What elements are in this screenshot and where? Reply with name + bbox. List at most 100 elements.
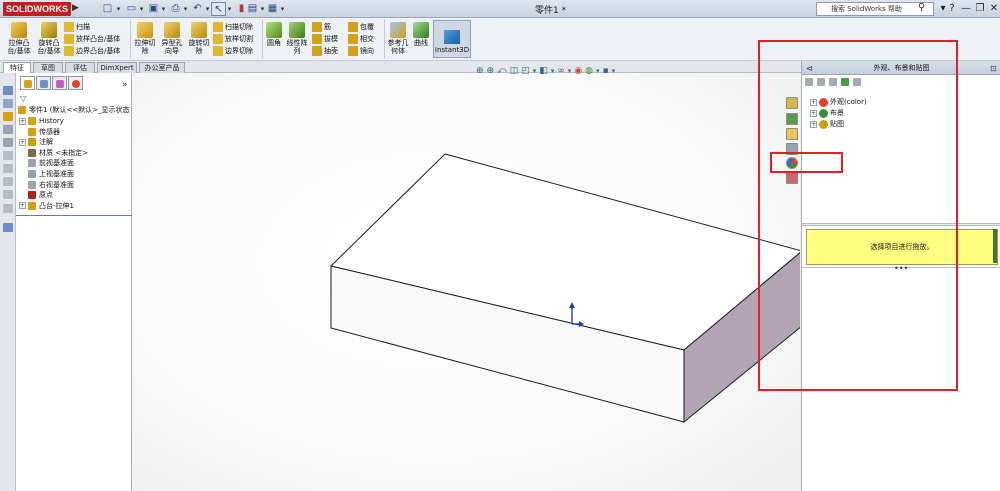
display-manager-tab[interactable]: [68, 76, 83, 90]
chevron-down-icon[interactable]: ▾: [596, 67, 600, 75]
zoom-to-area-icon[interactable]: ⊕: [487, 66, 495, 76]
view-icon[interactable]: [3, 177, 13, 186]
view-icon[interactable]: [3, 151, 13, 160]
open-folder-icon[interactable]: ▭: [124, 2, 139, 16]
view-icon[interactable]: [3, 125, 13, 134]
wrap-button[interactable]: 包覆: [348, 21, 374, 32]
chevron-down-icon[interactable]: ▾: [226, 2, 233, 16]
reference-geometry-button[interactable]: 参考几 何体: [386, 22, 410, 55]
edit-appearance-icon[interactable]: ◉: [574, 66, 582, 76]
view-icon[interactable]: [3, 112, 13, 121]
minimize-button[interactable]: —: [959, 1, 973, 16]
tree-item[interactable]: + 注解: [19, 137, 53, 147]
apply-scene-icon[interactable]: ◍: [585, 66, 593, 76]
view-settings-icon[interactable]: ▪: [603, 66, 609, 76]
display-style-icon[interactable]: ◧: [539, 66, 548, 76]
configuration-manager-tab[interactable]: [52, 76, 67, 90]
search-icon[interactable]: ⚲: [918, 2, 925, 13]
select-pointer-icon[interactable]: ↖: [211, 2, 226, 16]
shell-button[interactable]: 抽壳: [312, 45, 338, 56]
menu-arrow-icon[interactable]: ▶: [72, 3, 79, 13]
tab-office-products[interactable]: 办公室产品: [139, 62, 185, 73]
options-icon[interactable]: ▦: [265, 2, 280, 16]
undo-icon[interactable]: ↶: [190, 2, 205, 16]
hole-wizard-button[interactable]: 异型孔 向导: [158, 22, 186, 55]
tree-item[interactable]: 材质 <未指定>: [19, 148, 88, 158]
print-icon[interactable]: ⎙: [168, 2, 183, 16]
intersect-button[interactable]: 相交: [348, 33, 374, 44]
document-title: 零件1 *: [535, 6, 567, 16]
file-properties-icon[interactable]: ▤: [245, 2, 260, 16]
tree-item[interactable]: 右视基准面: [19, 180, 74, 190]
solidworks-logo[interactable]: SOLIDWORKS: [3, 2, 71, 16]
chevron-down-icon[interactable]: ▾: [115, 2, 122, 16]
chevron-down-icon[interactable]: ▾: [612, 67, 616, 75]
tree-item[interactable]: + History: [19, 116, 64, 126]
property-manager-tab[interactable]: [36, 76, 51, 90]
chevron-down-icon[interactable]: ▾: [551, 67, 555, 75]
hide-show-items-icon[interactable]: ∞: [557, 66, 565, 76]
mirror-button[interactable]: 镜向: [348, 45, 374, 56]
rib-button[interactable]: 筋: [312, 21, 331, 32]
revolve-cut-button[interactable]: 旋转切 除: [187, 22, 211, 55]
expand-icon[interactable]: +: [19, 138, 26, 146]
previous-view-icon[interactable]: ⤺: [497, 66, 507, 76]
zoom-to-fit-icon[interactable]: ⊕: [476, 66, 484, 76]
view-icon[interactable]: [3, 204, 13, 213]
draft-button[interactable]: 拔模: [312, 33, 338, 44]
expand-icon[interactable]: +: [19, 202, 26, 210]
tree-item[interactable]: 前视基准面: [19, 158, 74, 168]
close-button[interactable]: ✕: [987, 1, 1000, 16]
view-icon[interactable]: [3, 223, 13, 232]
tab-sketch[interactable]: 草图: [33, 62, 63, 73]
loft-boss-button[interactable]: 放样凸台/基体: [64, 33, 120, 44]
sweep-button[interactable]: 扫描: [64, 21, 90, 32]
filter-icon[interactable]: ▽: [20, 94, 26, 103]
instant3d-button[interactable]: Instant3D: [433, 20, 471, 58]
help-search-input[interactable]: 搜索 SolidWorks 帮助: [816, 2, 934, 16]
curves-button[interactable]: 曲线: [411, 22, 431, 47]
view-orientation-icon[interactable]: ◰: [521, 66, 530, 76]
feature-manager-tabs: »: [16, 76, 132, 91]
hint-scrollbar[interactable]: [993, 229, 997, 263]
view-icon[interactable]: [3, 86, 13, 95]
help-button[interactable]: ?: [945, 1, 959, 16]
chevron-down-icon[interactable]: ▾: [182, 2, 189, 16]
new-document-icon[interactable]: □: [100, 2, 115, 16]
view-icon[interactable]: [3, 190, 13, 199]
fillet-button[interactable]: 圆角: [264, 22, 284, 47]
view-icon[interactable]: [3, 138, 13, 147]
lofted-cut-button[interactable]: 放样切割: [213, 33, 253, 44]
tab-evaluate[interactable]: 评估: [65, 62, 95, 73]
view-icon[interactable]: [3, 99, 13, 108]
save-icon[interactable]: ▣: [146, 2, 161, 16]
boundary-cut-button[interactable]: 边界切除: [213, 45, 253, 56]
pane-options-icon[interactable]: ⊡: [990, 62, 997, 76]
tree-root-part[interactable]: 零件1 (默认<<默认>_显示状态: [18, 105, 130, 115]
chevron-down-icon[interactable]: ▾: [204, 2, 211, 16]
chevron-down-icon[interactable]: ▾: [533, 67, 537, 75]
revolve-boss-button[interactable]: 旋转凸 台/基体: [34, 22, 64, 55]
extrude-cut-button[interactable]: 拉伸切 除: [133, 22, 157, 55]
tab-dimxpert[interactable]: DimXpert: [97, 62, 137, 73]
chevron-right-icon[interactable]: »: [122, 80, 128, 90]
feature-tree-tab[interactable]: [20, 76, 35, 90]
chevron-down-icon[interactable]: ▾: [160, 2, 167, 16]
linear-pattern-button[interactable]: 线性阵 列: [285, 22, 309, 55]
section-view-icon[interactable]: ◫: [510, 66, 519, 76]
tree-item[interactable]: + 凸台-拉伸1: [19, 201, 74, 211]
tab-features[interactable]: 特征: [3, 62, 31, 73]
tree-item[interactable]: 上视基准面: [19, 169, 74, 179]
restore-button[interactable]: ❐: [973, 1, 987, 16]
chevron-down-icon[interactable]: ▾: [568, 67, 572, 75]
tree-item[interactable]: 传感器: [19, 127, 60, 137]
boundary-boss-button[interactable]: 边界凸台/基体: [64, 45, 120, 56]
chevron-down-icon[interactable]: ▾: [138, 2, 145, 16]
view-icon[interactable]: [3, 164, 13, 173]
swept-cut-button[interactable]: 扫描切除: [213, 21, 253, 32]
chevron-down-icon[interactable]: ▾: [279, 2, 286, 16]
tree-item[interactable]: 原点: [19, 190, 53, 200]
expand-icon[interactable]: +: [19, 117, 26, 125]
graphics-area[interactable]: [132, 73, 804, 491]
extrude-boss-button[interactable]: 拉伸凸 台/基体: [4, 22, 34, 55]
